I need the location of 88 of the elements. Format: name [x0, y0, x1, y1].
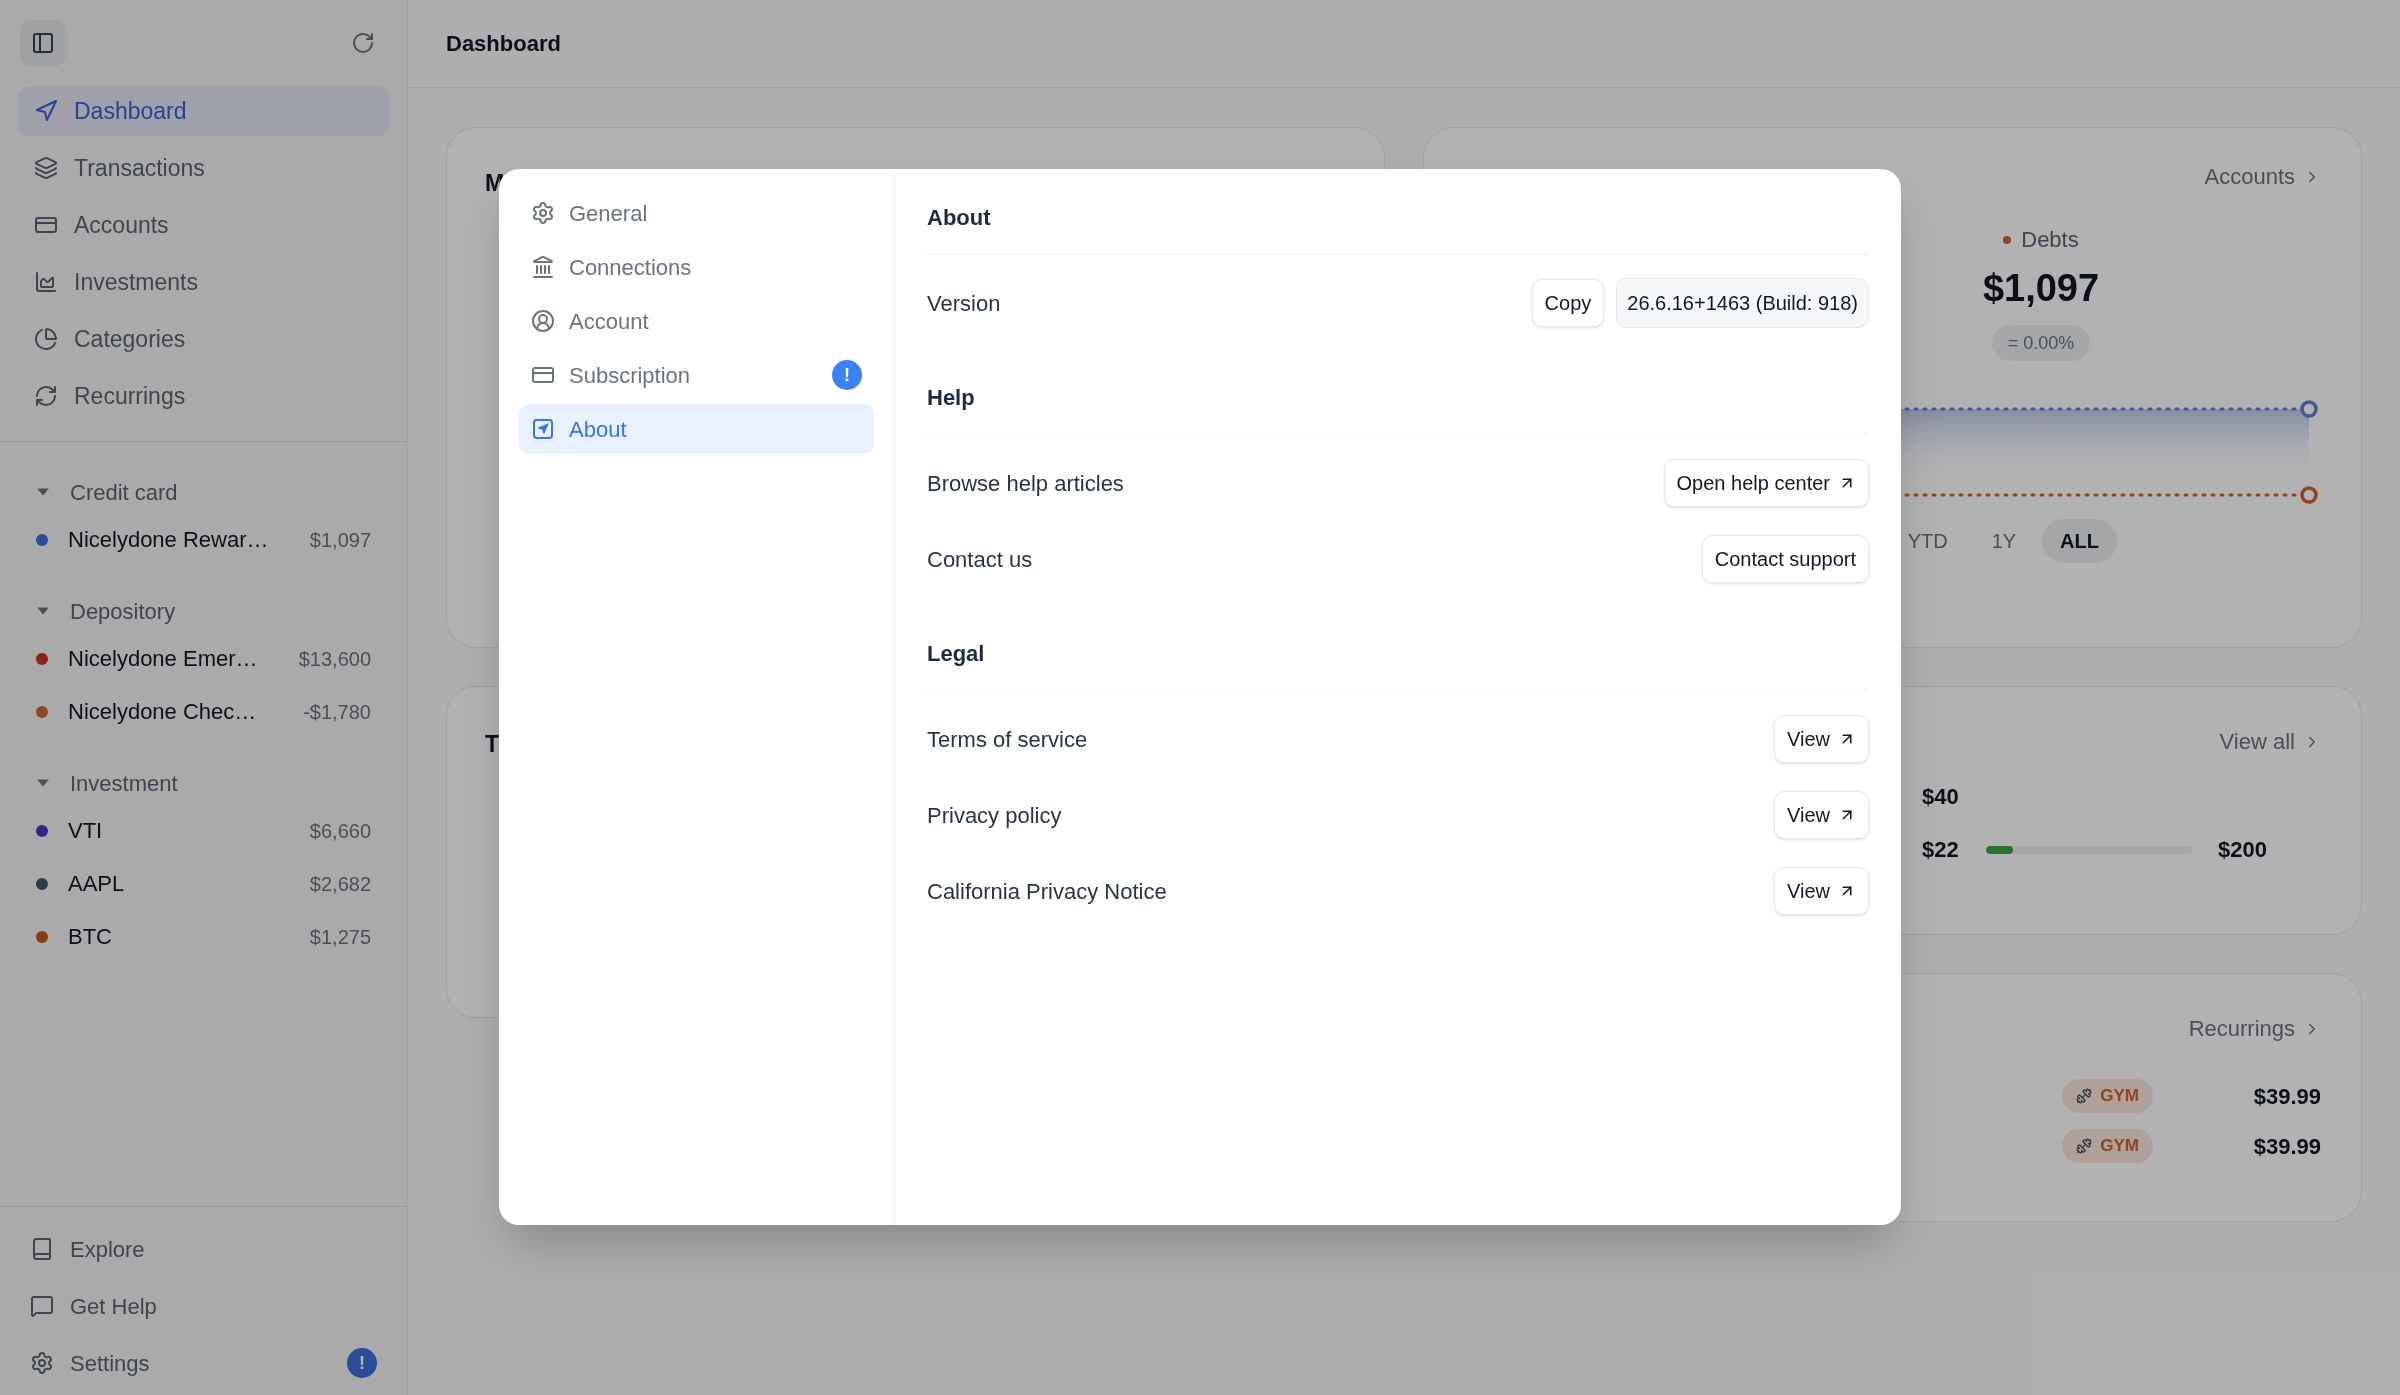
external-link-button[interactable]: View: [1774, 715, 1869, 763]
area-chart-icon: [34, 270, 58, 294]
navigation-icon: [34, 99, 58, 123]
debts-label: Debts: [2021, 226, 2079, 254]
range-tab[interactable]: YTD: [1889, 519, 1966, 563]
account-item[interactable]: Nicelydone Rewar… $1,097: [36, 514, 371, 565]
book-icon: [30, 1237, 54, 1261]
external-link-button[interactable]: View: [1774, 791, 1869, 839]
nav-item[interactable]: Accounts: [18, 200, 389, 250]
account-name: Nicelydone Chec…: [68, 698, 257, 726]
account-amount: -$1,780: [303, 699, 371, 725]
action-button[interactable]: Copy: [1531, 279, 1605, 327]
row-label: Privacy policy: [927, 801, 1062, 830]
group-title[interactable]: Depository: [70, 594, 176, 628]
settings-tab[interactable]: Subscription !: [519, 350, 874, 400]
nav-item[interactable]: Dashboard: [18, 86, 389, 136]
spent-amount: $22: [1922, 836, 1960, 864]
account-amount: $1,097: [309, 527, 371, 553]
external-link-button[interactable]: View: [1774, 867, 1869, 915]
footer-nav-item[interactable]: Settings !: [30, 1341, 377, 1385]
panel-icon: [31, 31, 55, 55]
settings-icon: [531, 201, 555, 225]
alert-badge: !: [832, 360, 862, 390]
chat-icon: [30, 1294, 54, 1318]
dumbbell-icon: [2076, 1138, 2093, 1154]
nav-item[interactable]: Transactions: [18, 143, 389, 193]
recurring-amount: $39.99: [2252, 1082, 2321, 1111]
section-title: Help: [927, 381, 1869, 435]
debts-value: $1,097: [1982, 266, 2100, 311]
card-title: T: [485, 730, 500, 759]
action-button[interactable]: Contact support: [1701, 535, 1869, 583]
nav-item[interactable]: Investments: [18, 257, 389, 307]
range-tab[interactable]: ALL: [2042, 519, 2117, 563]
version-value: 26.6.16+1463 (Build: 918): [1616, 278, 1869, 328]
row-label: Contact us: [927, 545, 1033, 574]
footer-nav-item[interactable]: Get Help: [30, 1284, 377, 1328]
group-title[interactable]: Investment: [70, 766, 178, 800]
bank-icon: [531, 255, 555, 279]
section-title: Legal: [927, 637, 1869, 691]
nav-item[interactable]: Recurrings: [18, 371, 389, 421]
account-item[interactable]: BTC $1,275: [36, 911, 371, 962]
range-tab[interactable]: 1Y: [1973, 519, 2035, 563]
compass-square-icon: [531, 417, 555, 441]
account-amount: $13,600: [298, 646, 371, 672]
footer-nav-item[interactable]: Explore: [30, 1227, 377, 1271]
settings-tab[interactable]: Connections: [519, 242, 874, 292]
category-tag: GYM: [2062, 1129, 2153, 1163]
row-label: Browse help articles: [927, 469, 1124, 498]
refresh-icon: [34, 384, 58, 408]
settings-tab[interactable]: General: [519, 188, 874, 238]
account-amount: $1,275: [309, 924, 371, 950]
nav-item[interactable]: Categories: [18, 314, 389, 364]
row-label: Version: [927, 289, 1001, 318]
account-amount: $2,682: [309, 871, 371, 897]
account-amount: $6,660: [309, 818, 371, 844]
pie-chart-icon: [34, 327, 58, 351]
settings-tab[interactable]: About: [519, 404, 874, 454]
category-tag: GYM: [2062, 1079, 2153, 1113]
accounts-link[interactable]: Accounts: [2204, 160, 2321, 193]
sidebar-toggle-button[interactable]: [20, 20, 66, 66]
limit-amount: $200: [2218, 836, 2267, 864]
row-label: California Privacy Notice: [927, 877, 1167, 906]
user-icon: [531, 309, 555, 333]
view-all-link[interactable]: View all: [2219, 725, 2321, 758]
account-item[interactable]: VTI $6,660: [36, 805, 371, 856]
account-name: BTC: [68, 923, 112, 951]
account-item[interactable]: Nicelydone Emer… $13,600: [36, 633, 371, 684]
account-name: AAPL: [68, 870, 125, 898]
section-title: About: [927, 201, 1869, 255]
recurrings-link[interactable]: Recurrings: [2188, 1012, 2321, 1045]
row-label: Terms of service: [927, 725, 1088, 754]
recurring-amount: $39.99: [2252, 1132, 2321, 1161]
account-name: VTI: [68, 817, 103, 845]
external-link-button[interactable]: Open help center: [1663, 459, 1869, 507]
alert-badge: !: [347, 1348, 377, 1378]
settings-tab[interactable]: Account: [519, 296, 874, 346]
refresh-icon[interactable]: [351, 31, 375, 55]
change-badge: = 0.00%: [1991, 325, 2091, 361]
settings-icon: [30, 1351, 54, 1375]
account-name: Nicelydone Rewar…: [68, 526, 269, 554]
layers-icon: [34, 156, 58, 180]
page-title: Dashboard: [446, 30, 561, 58]
account-item[interactable]: AAPL $2,682: [36, 858, 371, 909]
group-title[interactable]: Credit card: [70, 475, 178, 509]
account-item[interactable]: Nicelydone Chec… -$1,780: [36, 686, 371, 737]
account-name: Nicelydone Emer…: [68, 645, 258, 673]
budget-amount: $40: [1922, 783, 1960, 811]
dumbbell-icon: [2076, 1088, 2093, 1104]
